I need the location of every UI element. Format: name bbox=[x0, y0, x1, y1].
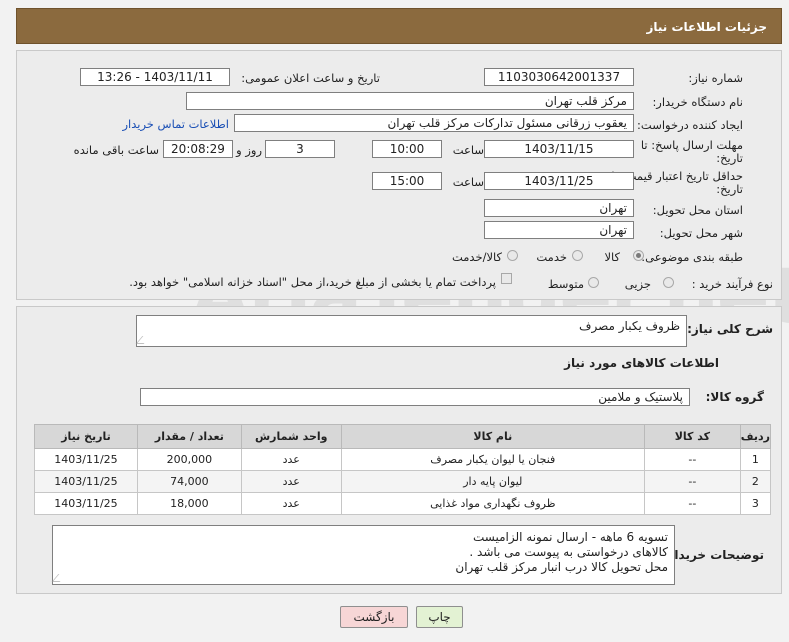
creator-field: یعقوب زرقانی مسئول تدارکات مرکز قلب تهرا… bbox=[234, 114, 634, 132]
cell-date: 1403/11/25 bbox=[34, 470, 138, 493]
remaining-days-field: 3 bbox=[265, 140, 335, 158]
process-radio-minor[interactable] bbox=[663, 277, 674, 288]
page-title: جزئیات اطلاعات نیاز bbox=[646, 20, 767, 34]
buyer-notes-line: تسویه 6 ماهه - ارسال نمونه الزامیست bbox=[472, 530, 668, 544]
buyer-notes-textarea[interactable]: تسویه 6 ماهه - ارسال نمونه الزامیست کالا… bbox=[51, 525, 675, 585]
days-label: روز و bbox=[236, 143, 262, 157]
description-text: ظروف یکبار مصرف bbox=[579, 319, 680, 333]
province-field: تهران bbox=[484, 199, 634, 217]
category-radio-goods-service[interactable] bbox=[507, 250, 518, 261]
reply-time-label: ساعت bbox=[452, 143, 484, 157]
cell-date: 1403/11/25 bbox=[34, 492, 138, 515]
city-label: شهر محل تحویل: bbox=[659, 226, 743, 240]
buyer-contact-link[interactable]: اطلاعات تماس خریدار bbox=[122, 117, 229, 131]
col-row-header: ردیف bbox=[739, 424, 772, 449]
col-date-header: تاریخ نیاز bbox=[34, 424, 138, 449]
announce-label: تاریخ و ساعت اعلان عمومی: bbox=[241, 71, 380, 85]
announce-field: 1403/11/11 - 13:26 bbox=[80, 68, 230, 86]
category-radio-service[interactable] bbox=[572, 250, 583, 261]
cell-row: 3 bbox=[739, 492, 772, 515]
treasury-note: پرداخت تمام یا بخشی از مبلغ خرید،از محل … bbox=[129, 275, 496, 289]
cell-unit: عدد bbox=[240, 492, 342, 515]
page-header: جزئیات اطلاعات نیاز bbox=[16, 8, 782, 44]
cell-qty: 18,000 bbox=[136, 492, 242, 515]
province-label: استان محل تحویل: bbox=[652, 203, 743, 217]
cell-code: -- bbox=[643, 470, 741, 493]
buyer-notes-line: کالاهای درخواستی به پیوست می باشد . bbox=[469, 545, 668, 559]
treasury-checkbox[interactable] bbox=[501, 273, 512, 284]
print-button[interactable]: چاپ bbox=[416, 606, 463, 628]
table-row: 2 -- لیوان پایه دار عدد 74,000 1403/11/2… bbox=[34, 470, 772, 493]
cell-row: 1 bbox=[739, 448, 772, 471]
buyer-notes-label: توضیحات خریدار: bbox=[662, 548, 764, 562]
process-option-minor: جزیی bbox=[624, 277, 651, 291]
process-radio-medium[interactable] bbox=[588, 277, 599, 288]
cell-unit: عدد bbox=[240, 470, 342, 493]
process-option-medium: متوسط bbox=[547, 277, 584, 291]
resize-grip-icon[interactable] bbox=[135, 336, 151, 344]
resize-grip-icon[interactable] bbox=[51, 574, 67, 582]
validity-date-field: 1403/11/25 bbox=[484, 172, 634, 190]
process-label: نوع فرآیند خرید : bbox=[691, 277, 773, 291]
validity-time-field: 15:00 bbox=[372, 172, 442, 190]
cell-qty: 200,000 bbox=[136, 448, 242, 471]
buyer-org-field: مرکز قلب تهران bbox=[186, 92, 634, 110]
col-unit-header: واحد شمارش bbox=[240, 424, 342, 449]
col-code-header: کد کالا bbox=[643, 424, 741, 449]
description-label: شرح کلی نیاز: bbox=[687, 322, 773, 336]
validity-label-2: تاریخ: bbox=[716, 182, 743, 196]
reply-time-field: 10:00 bbox=[372, 140, 442, 158]
city-field: تهران bbox=[484, 221, 634, 239]
creator-label: ایجاد کننده درخواست: bbox=[637, 118, 743, 132]
back-button[interactable]: بازگشت bbox=[340, 606, 408, 628]
cell-code: -- bbox=[643, 448, 741, 471]
table-header-row: ردیف کد کالا نام کالا واحد شمارش تعداد /… bbox=[34, 424, 772, 449]
col-name-header: نام کالا bbox=[340, 424, 645, 449]
remaining-time-field: 20:08:29 bbox=[163, 140, 233, 158]
goods-group-field: پلاستیک و ملامین bbox=[140, 388, 690, 406]
category-label: طبقه بندی موضوعی: bbox=[641, 250, 743, 264]
goods-table: ردیف کد کالا نام کالا واحد شمارش تعداد /… bbox=[34, 424, 772, 515]
category-option-service: خدمت bbox=[536, 250, 567, 264]
table-row: 1 -- فنجان یا لیوان یکبار مصرف عدد 200,0… bbox=[34, 448, 772, 471]
category-radio-goods[interactable] bbox=[633, 250, 644, 261]
buyer-org-label: نام دستگاه خریدار: bbox=[652, 95, 743, 109]
reply-deadline-label: مهلت ارسال پاسخ: تا bbox=[640, 138, 743, 152]
description-textarea[interactable]: ظروف یکبار مصرف bbox=[135, 315, 687, 347]
cell-code: -- bbox=[643, 492, 741, 515]
table-row: 3 -- ظروف نگهداری مواد غذایی عدد 18,000 … bbox=[34, 492, 772, 515]
buyer-notes-line: محل تحویل کالا درب انبار مرکز قلب تهران bbox=[455, 560, 668, 574]
cell-row: 2 bbox=[739, 470, 772, 493]
remaining-label: ساعت باقی مانده bbox=[73, 143, 159, 157]
cell-name: لیوان پایه دار bbox=[340, 470, 645, 493]
need-number-label: شماره نیاز: bbox=[688, 71, 743, 85]
cell-qty: 74,000 bbox=[136, 470, 242, 493]
reply-date-field: 1403/11/15 bbox=[484, 140, 634, 158]
goods-info-title: اطلاعات کالاهای مورد نیاز bbox=[564, 356, 719, 370]
cell-name: فنجان یا لیوان یکبار مصرف bbox=[340, 448, 645, 471]
validity-time-label: ساعت bbox=[452, 175, 484, 189]
col-qty-header: تعداد / مقدار bbox=[136, 424, 242, 449]
goods-group-label: گروه کالا: bbox=[705, 390, 764, 404]
reply-deadline-label-2: تاریخ: bbox=[716, 151, 743, 165]
need-number-field: 1103030642001337 bbox=[484, 68, 634, 86]
category-option-goods: کالا bbox=[604, 250, 620, 264]
cell-name: ظروف نگهداری مواد غذایی bbox=[340, 492, 645, 515]
cell-date: 1403/11/25 bbox=[34, 448, 138, 471]
category-option-goods-service: کالا/خدمت bbox=[451, 250, 502, 264]
cell-unit: عدد bbox=[240, 448, 342, 471]
